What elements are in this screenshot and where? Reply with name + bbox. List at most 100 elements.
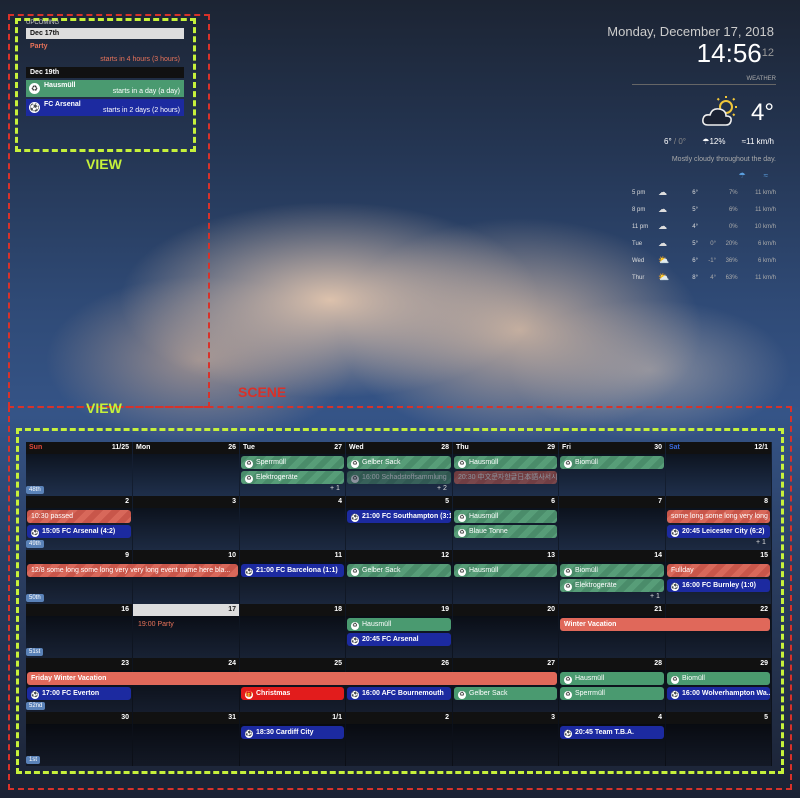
calendar-day-cell[interactable]: 29 xyxy=(666,658,772,712)
calendar-day-cell[interactable]: 27 xyxy=(453,658,559,712)
calendar-event[interactable]: ♻ Biomüll xyxy=(667,672,770,685)
calendar-event[interactable]: ⚽ 21:00 FC Southampton (3:1) xyxy=(347,510,451,523)
day-header: Tue 27 xyxy=(240,442,345,454)
calendar-event[interactable]: ♻ Biomüll xyxy=(560,456,664,469)
day-number: 31 xyxy=(228,714,236,721)
event-label: 17:00 FC Everton xyxy=(42,690,100,697)
day-header: 30 xyxy=(26,712,132,724)
event-item-party[interactable]: Party starts in 4 hours (3 hours) xyxy=(26,41,184,65)
gift-icon: 🎁 xyxy=(245,691,253,699)
calendar-day-cell[interactable]: 18 xyxy=(240,604,346,658)
calendar-day-cell[interactable]: 2 xyxy=(346,712,453,766)
calendar-event[interactable]: Friday Winter Vacation xyxy=(27,672,557,685)
calendar-event[interactable]: ♻ Biomüll xyxy=(560,564,664,577)
more-events-link[interactable]: + 1 xyxy=(330,485,340,492)
weekday-name: Sat xyxy=(669,444,680,451)
calendar-event[interactable]: ♻ 16:00 Schadstoffsammlung xyxy=(347,471,451,484)
recycle-icon: ♻ xyxy=(29,83,40,94)
calendar-event[interactable]: 19:00 Party xyxy=(134,618,238,631)
calendar-event[interactable]: ♻ Elektrogeräte xyxy=(241,471,344,484)
calendar-day-cell[interactable]: Fri 30 xyxy=(559,442,666,496)
calendar-event[interactable]: ⚽ 15:05 FC Arsenal (4:2) xyxy=(27,525,131,538)
calendar-day-cell[interactable]: 4 xyxy=(240,496,346,550)
calendar-event[interactable]: ♻ Sperrmüll xyxy=(241,456,344,469)
calendar-day-cell[interactable]: 3 xyxy=(453,712,559,766)
calendar-event[interactable]: ♻ Gelber Sack xyxy=(347,564,451,577)
day-header: Mon 26 xyxy=(133,442,239,454)
calendar-event[interactable]: ♻ Hausmüll xyxy=(454,564,557,577)
calendar-day-cell[interactable]: 26 xyxy=(346,658,453,712)
calendar-event[interactable]: ⚽ 21:00 FC Barcelona (1:1) xyxy=(241,564,344,577)
day-body xyxy=(26,724,132,766)
temp-high: 6° xyxy=(664,137,672,146)
calendar-day-cell[interactable]: 10 xyxy=(133,550,240,604)
more-events-link[interactable]: + 2 xyxy=(437,485,447,492)
calendar-day-cell[interactable]: 24 xyxy=(133,658,240,712)
day-header: Wed 28 xyxy=(346,442,452,454)
calendar-event[interactable]: 12/8 some long some long very very long … xyxy=(27,564,238,577)
calendar-event[interactable]: ⚽ 20:45 Team T.B.A. xyxy=(560,726,664,739)
clock-module: Monday, December 17, 2018 14:5612 xyxy=(607,24,774,67)
calendar-day-cell[interactable]: 15 xyxy=(666,550,772,604)
calendar-day-cell[interactable]: 17 xyxy=(133,604,240,658)
forecast-low: -1° xyxy=(708,257,716,264)
calendar-day-cell[interactable]: 13 xyxy=(453,550,559,604)
day-number: 11 xyxy=(334,552,342,559)
calendar-day-cell[interactable]: 5 xyxy=(666,712,772,766)
event-item-hausmuell[interactable]: ♻ Hausmüll starts in a day (a day) xyxy=(26,80,184,97)
day-number: 7 xyxy=(658,498,662,505)
forecast-rain: 20% xyxy=(725,240,738,247)
calendar-event[interactable]: ♻ Hausmüll xyxy=(454,510,557,523)
more-events-link[interactable]: + 1 xyxy=(756,539,766,546)
calendar-day-cell[interactable]: 20 xyxy=(453,604,559,658)
calendar-day-cell[interactable]: 22 xyxy=(666,604,772,658)
calendar-day-cell[interactable]: 25 xyxy=(240,658,346,712)
calendar-event[interactable]: ♻ Elektrogeräte xyxy=(560,579,664,592)
calendar-event[interactable]: 10:30 passed xyxy=(27,510,131,523)
calendar-event[interactable]: ⚽ 16:00 AFC Bournemouth xyxy=(347,687,451,700)
recycle-icon: ♻ xyxy=(564,583,572,591)
calendar-event[interactable]: Winter Vacation xyxy=(560,618,770,631)
calendar-day-cell[interactable]: 28 xyxy=(559,658,666,712)
calendar-event[interactable]: ♻ Hausmüll xyxy=(454,456,557,469)
recycle-icon: ♻ xyxy=(351,475,359,483)
calendar-event[interactable]: ⚽ 17:00 FC Everton xyxy=(27,687,131,700)
forecast-rain: 6% xyxy=(728,206,738,213)
calendar-event[interactable]: 20:30 中文문자한글日本語사서시싸 xyxy=(454,471,557,484)
recycle-icon: ♻ xyxy=(245,460,253,468)
calendar-event[interactable]: Fullday xyxy=(667,564,770,577)
calendar-day-cell[interactable]: Mon 26 xyxy=(133,442,240,496)
calendar-event[interactable]: ♻ Hausmüll xyxy=(347,618,451,631)
more-events-link[interactable]: + 1 xyxy=(650,593,660,600)
calendar-day-cell[interactable]: 3 xyxy=(133,496,240,550)
calendar-event[interactable]: ♻ Hausmüll xyxy=(560,672,664,685)
event-label: Biomüll xyxy=(575,459,598,466)
calendar-event[interactable]: ♻ Gelber Sack xyxy=(347,456,451,469)
calendar-day-cell[interactable]: 19 xyxy=(346,604,453,658)
calendar-day-cell[interactable]: 4 xyxy=(559,712,666,766)
calendar-event[interactable]: ⚽ 16:00 FC Burnley (1:0) xyxy=(667,579,770,592)
calendar-day-cell[interactable]: 5 xyxy=(346,496,453,550)
calendar-event[interactable]: ♻ Gelber Sack xyxy=(454,687,557,700)
calendar-day-cell[interactable]: 12 xyxy=(346,550,453,604)
calendar-day-cell[interactable]: 30 xyxy=(26,712,133,766)
calendar-day-cell[interactable]: Thu 29 xyxy=(453,442,559,496)
calendar-day-cell[interactable]: 11 xyxy=(240,550,346,604)
calendar-event[interactable]: some long some long very long very v... xyxy=(667,510,770,523)
calendar-event[interactable]: ⚽ 20:45 Leicester City (6:2) xyxy=(667,525,770,538)
calendar-day-cell[interactable]: 31 xyxy=(133,712,240,766)
calendar-event[interactable]: ♻ Blaue Tonne xyxy=(454,525,557,538)
event-item-arsenal[interactable]: ⚽ FC Arsenal starts in 2 days (2 hours) xyxy=(26,99,184,116)
day-header: 23 xyxy=(26,658,132,670)
calendar-event[interactable]: ⚽ 18:30 Cardiff City xyxy=(241,726,344,739)
calendar-event[interactable]: 🎁 Christmas xyxy=(241,687,344,700)
calendar-day-cell[interactable]: Sat 12/1 xyxy=(666,442,772,496)
calendar-event[interactable]: ⚽ 20:45 FC Arsenal xyxy=(347,633,451,646)
event-label: Sperrmüll xyxy=(575,690,605,697)
calendar-day-cell[interactable]: 1/1 xyxy=(240,712,346,766)
calendar-day-cell[interactable]: 21 xyxy=(559,604,666,658)
calendar-event[interactable]: ♻ Sperrmüll xyxy=(560,687,664,700)
calendar-event[interactable]: ⚽ 16:00 Wolverhampton Wa... xyxy=(667,687,770,700)
calendar-day-cell[interactable]: 7 xyxy=(559,496,666,550)
calendar-day-cell[interactable]: 6 xyxy=(453,496,559,550)
